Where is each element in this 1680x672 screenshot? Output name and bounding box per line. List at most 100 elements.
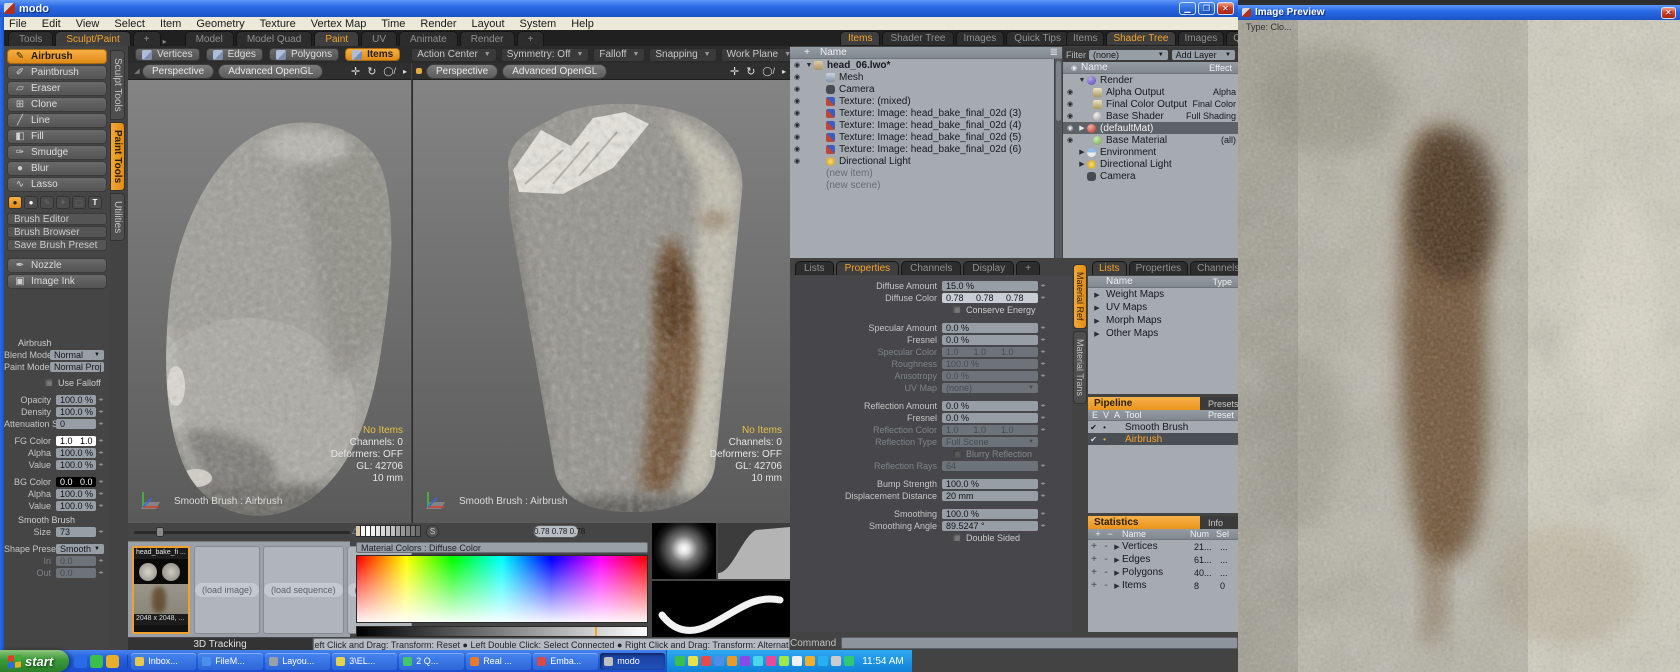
shader-row[interactable]: ◉Base Material(all) (1063, 134, 1238, 146)
collapse-all-icon[interactable]: − (1104, 529, 1116, 539)
visibility-eye-icon[interactable]: ◉ (790, 157, 804, 165)
visibility-eye-icon[interactable]: ◉ (790, 97, 804, 105)
clip-slot-button[interactable]: (load sequence) (263, 546, 344, 634)
tool-category-tab[interactable]: Sculpt Tools (110, 50, 125, 120)
tool-button[interactable]: ✑ Smudge (7, 145, 107, 160)
reflection-fresnel-field[interactable]: 0.0 % (942, 413, 1038, 423)
specular-fresnel-field[interactable]: 0.0 % (942, 335, 1038, 345)
spinner-icon[interactable]: ◂▸ (1038, 492, 1047, 499)
layout-tab[interactable]: Sculpt/Paint (55, 31, 130, 46)
expand-icon[interactable]: ▶ (1077, 124, 1087, 132)
start-button[interactable]: start (0, 650, 69, 672)
item-row[interactable]: ◉Texture: Image: head_bake_final_02d (5) (790, 131, 1062, 143)
statistics-row[interactable]: +-▶Polygons40...... (1088, 566, 1238, 579)
brush-panel-button[interactable]: Brush Browser (7, 226, 107, 238)
brush-tip-procedural-button[interactable]: ✎ (40, 196, 54, 209)
viewport-right[interactable]: Smooth Brush : Airbrush No Items Channel… (412, 80, 790, 523)
panel-tab[interactable]: Display (963, 261, 1014, 275)
visibility-eye-icon[interactable]: ◉ (790, 61, 804, 69)
menu-item[interactable]: Item (160, 18, 181, 30)
tool-button[interactable]: ⊞ Clone (7, 97, 107, 112)
modo-titlebar[interactable]: modo ▁ ❐ ✕ (0, 0, 1238, 17)
pan-icon[interactable]: ✛ (351, 65, 360, 78)
panel-tab[interactable]: Properties (836, 261, 900, 275)
shader-row[interactable]: ◉Final Color OutputFinal Color (1063, 98, 1238, 110)
spinner-icon[interactable]: ◂▸ (96, 396, 105, 403)
taskbar-clock[interactable]: 11:54 AM (862, 656, 904, 667)
pipeline-presets-header[interactable]: Presets (1200, 397, 1238, 410)
layout-tab[interactable]: Paint (314, 31, 359, 46)
saturation-button[interactable]: S (426, 525, 439, 538)
tray-icon[interactable] (805, 656, 815, 666)
viewport-corner-icon[interactable]: ◢ (132, 67, 142, 75)
task-button[interactable]: modo (600, 653, 665, 670)
list-map-row[interactable]: ▶Other Maps (1088, 327, 1238, 340)
visibility-eye-icon[interactable]: ◉ (790, 109, 804, 117)
spinner-icon[interactable]: ◂▸ (1038, 414, 1047, 421)
tool-button[interactable]: ∿ Lasso (7, 177, 107, 192)
menu-item[interactable]: Texture (260, 18, 296, 30)
spinner-icon[interactable]: ◂▸ (96, 420, 105, 427)
tray-icon[interactable] (766, 656, 776, 666)
color-swatch[interactable] (416, 525, 421, 537)
toolbar-dropdown[interactable]: Symmetry: Off▼ (501, 48, 590, 62)
blend-mode-dropdown[interactable]: Normal▼ (50, 350, 104, 360)
expand-all-icon[interactable]: + (1092, 529, 1104, 539)
quick-launch-icon[interactable] (90, 655, 103, 668)
panel-tab[interactable]: Images (956, 31, 1005, 45)
image-ink-button[interactable]: ▣ Image Ink (7, 274, 107, 289)
spinner-icon[interactable]: ◂▸ (1038, 336, 1047, 343)
tool-button[interactable]: ● Blur (7, 161, 107, 176)
shader-row[interactable]: ▼Render (1063, 74, 1238, 86)
spinner-icon[interactable]: ◂▸ (1038, 480, 1047, 487)
image-preview-canvas[interactable]: Type: Clo... (1238, 20, 1680, 672)
spinner-icon[interactable]: ◂▸ (96, 437, 105, 444)
clip-scale-slider[interactable] (134, 531, 350, 534)
spinner-icon[interactable]: ◂▸ (1038, 294, 1047, 301)
toolbar-dropdown[interactable]: Falloff▼ (593, 48, 645, 62)
command-input[interactable] (841, 637, 1238, 649)
diffuse-amount-field[interactable]: 15.0 % (942, 281, 1038, 291)
shader-row[interactable]: ◉Alpha OutputAlpha (1063, 86, 1238, 98)
pan-icon[interactable]: ✛ (730, 65, 739, 78)
diffuse-color-field[interactable]: 0.78 0.78 0.78 (942, 293, 1038, 303)
spinner-icon[interactable]: ◂▸ (96, 408, 105, 415)
opacity-field[interactable]: 100.0 % (56, 395, 96, 405)
panel-menu-icon[interactable]: ≣ (1050, 47, 1058, 58)
statistics-row[interactable]: +-▶Edges61...... (1088, 553, 1238, 566)
visibility-eye-icon[interactable]: ◉ (790, 85, 804, 93)
menu-item[interactable]: File (9, 18, 27, 30)
panel-tab[interactable]: Quick Tips (1226, 31, 1238, 45)
selection-mode-button[interactable]: Items (345, 48, 400, 61)
layout-tab[interactable]: + (517, 31, 545, 46)
menu-item[interactable]: Time (381, 18, 405, 30)
expand-icon[interactable]: ▶ (1112, 582, 1122, 590)
smoothing-field[interactable]: 100.0 % (942, 509, 1038, 519)
hue-saturation-picker[interactable] (356, 555, 648, 623)
statistics-row[interactable]: +-▶Items80 (1088, 579, 1238, 592)
toolbar-dropdown[interactable]: Action Center▼ (411, 48, 497, 62)
clip-thumbnail[interactable]: head_bake_fi ... 2048 x 2048, ... (132, 546, 190, 634)
zoom-icon[interactable]: ◯/ (383, 66, 396, 77)
paint-mode-dropdown[interactable]: Normal Proj ...▼ (50, 362, 104, 372)
layout-tab[interactable]: Model (185, 31, 234, 46)
expand-icon[interactable]: ▼ (1077, 77, 1087, 84)
expand-icon[interactable]: ▶ (1112, 569, 1122, 577)
task-button[interactable]: Inbox... (131, 653, 196, 670)
tool-button[interactable]: ✐ Paintbrush (7, 65, 107, 80)
tool-button[interactable]: ✎ Airbrush (7, 49, 107, 64)
tool-button[interactable]: ╱ Line (7, 113, 107, 128)
toolbar-dropdown[interactable]: Snapping▼ (649, 48, 716, 62)
expand-icon[interactable]: ▼ (804, 62, 814, 69)
expand-icon[interactable]: ▶ (1092, 317, 1102, 325)
menu-item[interactable]: Edit (42, 18, 61, 30)
visibility-eye-icon[interactable]: ◉ (1063, 100, 1077, 108)
spinner-icon[interactable]: ◂▸ (1038, 510, 1047, 517)
brush-tip-hard-button[interactable]: ● (24, 196, 38, 209)
panel-tab[interactable]: Shader Tree (882, 31, 953, 45)
statistics-header[interactable]: Statistics (1088, 516, 1200, 529)
layout-tab[interactable]: UV (361, 31, 397, 46)
rotate-icon[interactable]: ↻ (367, 65, 376, 78)
expand-icon[interactable]: ▶ (1092, 304, 1102, 312)
expand-icon[interactable]: ▶ (1077, 160, 1087, 168)
